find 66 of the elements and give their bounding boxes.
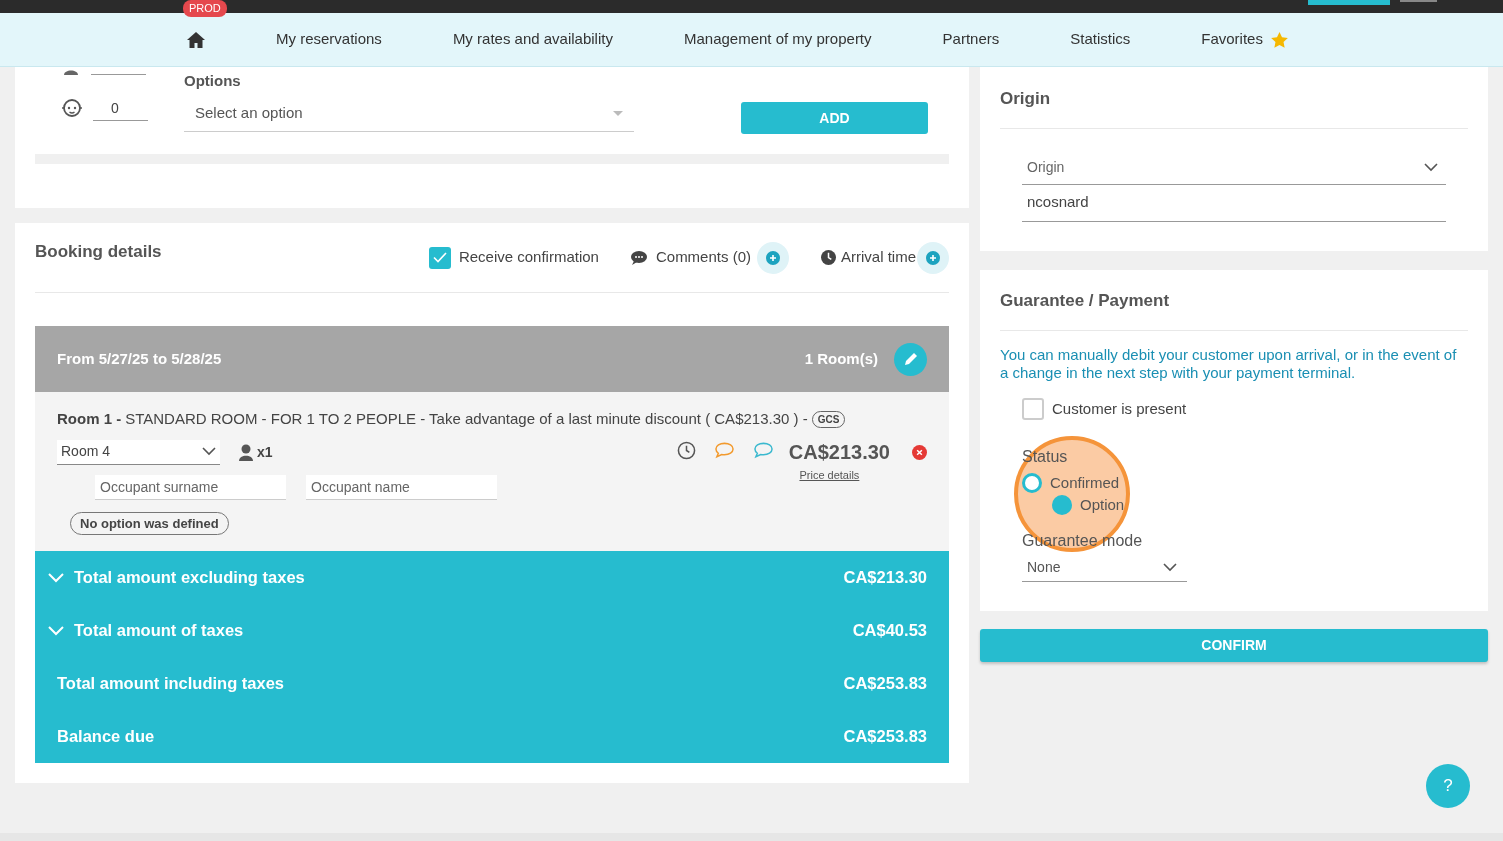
chevron-down-icon[interactable] [48, 572, 64, 583]
check-icon [432, 252, 447, 263]
add-button[interactable] [757, 241, 789, 274]
total-label: Total amount including taxes [57, 673, 285, 695]
checkbox-label: Receive confirmation [458, 247, 599, 268]
speech-bubble-icon [630, 250, 647, 265]
arrival-time-label: Arrival time [841, 247, 916, 268]
total-label: Total amount of taxes [74, 620, 244, 642]
total-value: CA$253.83 [843, 673, 927, 695]
radio-label: Option [1080, 494, 1125, 515]
nav-link[interactable]: My reservations [276, 28, 382, 51]
edit-button[interactable] [894, 342, 927, 376]
radio-button[interactable] [1052, 495, 1072, 515]
speech-bubble-icon[interactable] [753, 441, 773, 459]
room-select[interactable]: Room 4 [57, 439, 220, 465]
clock-icon [821, 250, 836, 265]
occupant-count: x1 [257, 442, 273, 462]
add-button[interactable] [917, 241, 949, 274]
checkbox[interactable] [1022, 397, 1044, 420]
section-title: Origin [1000, 67, 1468, 129]
speech-bubble-icon[interactable] [714, 441, 734, 459]
user-field[interactable]: ncosnard [1022, 184, 1446, 222]
nav-link[interactable]: My rates and availability [452, 28, 613, 51]
baby-icon [61, 98, 83, 118]
section-title: Guarantee / Payment [1000, 270, 1468, 331]
chevron-down-icon [202, 447, 216, 456]
surname-field[interactable]: Occupant surname [95, 474, 286, 500]
chevron-down-icon[interactable] [48, 625, 64, 636]
total-label: Balance due [57, 726, 155, 748]
nav-link[interactable]: Partners [942, 28, 1000, 51]
origin-select[interactable]: Origin [1022, 151, 1446, 185]
chevron-down-icon [1424, 163, 1438, 172]
total-value: CA$253.83 [843, 726, 927, 748]
checkbox[interactable] [428, 246, 451, 269]
plus-icon [766, 250, 780, 265]
clock-icon[interactable] [676, 440, 696, 460]
room-price: CA$213.30 [788, 439, 890, 465]
environment-badge: PROD [183, 0, 227, 17]
radio-label: Confirmed [1050, 472, 1120, 493]
pencil-icon [903, 352, 918, 366]
nav-link[interactable]: Statistics [1070, 28, 1131, 51]
plus-icon [926, 250, 940, 265]
radio-button[interactable] [1022, 473, 1042, 493]
options-select[interactable]: Select an option [184, 95, 634, 132]
nav-link[interactable]: Management of my property [683, 28, 872, 51]
caret-icon [613, 110, 623, 116]
price-details-link[interactable]: Price details [799, 466, 860, 483]
mode-select[interactable]: None [1022, 553, 1187, 582]
comments-label: Comments (0) [655, 247, 751, 268]
number-field[interactable]: 0 [93, 95, 148, 121]
checkbox-label: Customer is present [1052, 398, 1187, 419]
total-label: Total amount excluding taxes [74, 567, 305, 589]
total-value: CA$213.30 [843, 567, 927, 589]
room-description: STANDARD ROOM - FOR 1 TO 2 PEOPLE - Take advantage of a last minute discount ( CA$213.30 ) - [125, 409, 808, 429]
stay-dates: From 5/27/25 to 5/28/25 [57, 348, 222, 369]
name-field[interactable]: Occupant name [306, 474, 497, 500]
room-count: 1 Room(s) [804, 348, 878, 369]
home-icon[interactable] [187, 31, 205, 48]
room-title: Room 1 - [57, 409, 122, 429]
chevron-down-icon [1163, 562, 1177, 572]
section-title: Booking details [35, 240, 162, 263]
options-label: Options [184, 71, 242, 91]
info-text: You can manually debit your customer upon arrival, or in the event of a change in the next step with your payment terminal. [1000, 345, 1458, 382]
total-value: CA$40.53 [852, 620, 927, 642]
nav-link[interactable]: Favorites [1201, 28, 1288, 51]
remove-icon[interactable] [912, 444, 927, 460]
